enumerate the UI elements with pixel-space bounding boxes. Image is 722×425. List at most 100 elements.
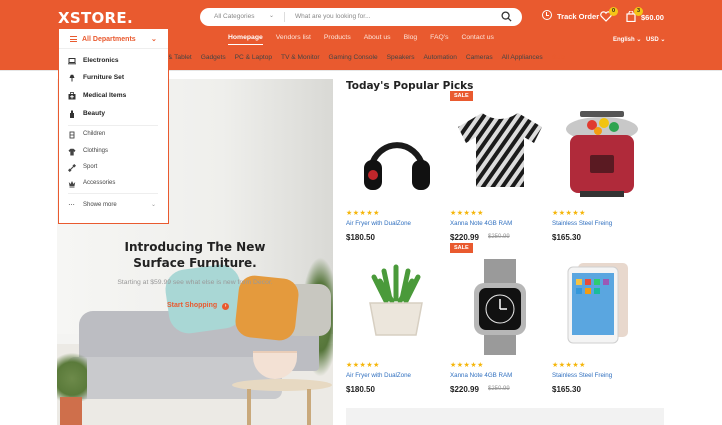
start-shopping-link[interactable]: Start Shopping › [167,302,230,310]
product-price: $180.50 [346,233,375,242]
nav-item-faq[interactable]: FAQ's [430,34,448,45]
product-name[interactable]: Xanna Note 4GB RAM [450,372,512,379]
nav-item-vendors[interactable]: Vendors list [276,34,311,45]
category-link[interactable]: Automation [424,54,457,61]
rating-stars: ★★★★★ [552,210,586,217]
search-icon[interactable] [501,11,512,22]
dept-item-label: Sport [83,164,98,170]
rice-cooker-image[interactable] [552,105,652,205]
nav-item-homepage[interactable]: Homepage [228,34,263,45]
wishlist-count-badge: 0 [609,7,618,16]
plant-pot-image[interactable] [346,257,446,357]
category-link-sale[interactable]: Sale [552,54,566,61]
main-nav: Homepage Vendors list Products About us … [228,34,507,45]
product-price: $165.30 [552,385,581,394]
product-card[interactable]: ★★★★★ Stainless Steel Freing $165.30 [552,91,652,242]
dept-item-label: Children [83,131,106,137]
medical-bag-icon [68,92,76,100]
tablet-image[interactable] [552,257,652,357]
product-name[interactable]: Stainless Steel Freing [552,372,612,379]
plant-image [57,345,87,401]
rating-stars: ★★★★★ [450,362,484,369]
arrow-right-icon: › [222,303,230,310]
crown-icon [68,181,76,188]
nav-item-contact[interactable]: Contact us [461,34,494,45]
sale-badge: SALE [450,91,473,101]
menu-icon [70,36,77,42]
search-separator [284,12,285,22]
product-card[interactable]: ★★★★★ Stainless Steel Freing $165.30 [552,243,652,394]
hero-title: Introducing The New Surface Furniture. [57,239,333,271]
next-banner [346,408,664,425]
departments-title: All Departments [82,36,136,43]
dept-item-label: Clothings [83,148,109,154]
toy-icon [69,131,75,139]
smartwatch-image[interactable] [450,257,550,357]
headphones-image[interactable] [346,105,446,205]
track-order-label: Track Order [557,12,600,21]
dept-divider [68,125,158,126]
show-more-label: Showe more [83,202,117,208]
search-bar[interactable]: All Categories ⌄ What are you looking fo… [200,8,522,26]
rating-stars: ★★★★★ [346,362,380,369]
nav-item-about[interactable]: About us [364,34,391,45]
category-link[interactable]: All Appliances [502,54,543,61]
cta-label: Start Shopping [167,302,218,309]
dumbbell-icon [68,164,76,172]
lamp-icon [69,74,75,82]
category-link[interactable]: PC & Laptop [235,54,272,61]
product-name[interactable]: Air Fryer with DualZone [346,220,411,227]
more-dots-icon: ··· [68,200,75,209]
departments-dropdown: All Departments ⌄ Electronics Furniture … [58,28,169,224]
dept-item-label: Beauty [83,110,105,117]
nav-item-blog[interactable]: Blog [404,34,418,45]
departments-toggle[interactable]: All Departments ⌄ [59,29,168,49]
product-name[interactable]: Xanna Note 4GB RAM [450,220,512,227]
product-old-price: $250.99 [488,234,510,240]
bottle-icon [70,110,74,118]
category-link[interactable]: & Tablet [168,54,192,61]
rating-stars: ★★★★★ [450,210,484,217]
chevron-down-icon: ⌄ [269,13,275,19]
hero-title-line: Surface Furniture. [133,256,257,270]
rating-stars: ★★★★★ [552,362,586,369]
hero-subtitle: Starting at $59.99 see what else is new … [117,279,273,286]
store-logo[interactable]: XSTORE. [58,9,133,27]
category-link[interactable]: Speakers [387,54,415,61]
product-name[interactable]: Stainless Steel Freing [552,220,612,227]
nav-item-products[interactable]: Products [324,34,351,45]
dept-divider [68,193,158,194]
product-card[interactable]: SALE ★★★★★ Xanna Note 4GB RAM $220.99 $2… [450,91,550,242]
dept-item-label: Medical Items [83,92,127,99]
language-label: English [613,37,635,43]
pillow-image [162,262,247,336]
category-link[interactable]: TV & Monitor [281,54,319,61]
product-card[interactable]: ★★★★★ Air Fryer with DualZone $180.50 [346,243,446,394]
category-link[interactable]: Gaming Console [329,54,378,61]
language-select[interactable]: English ⌄ [613,36,641,43]
product-card[interactable]: ★★★★★ Air Fryer with DualZone $180.50 [346,91,446,242]
product-price: $220.99 [450,233,479,242]
search-category-select[interactable]: All Categories [214,13,254,20]
currency-select[interactable]: USD ⌄ [646,36,665,43]
search-input[interactable]: What are you looking for... [295,13,371,20]
shirt-icon [68,148,76,156]
clock-icon [542,10,552,20]
rating-stars: ★★★★★ [346,210,380,217]
tshirt-image[interactable] [450,105,550,205]
dept-item-label: Electronics [83,57,119,64]
table-leg [307,389,311,425]
category-link[interactable]: Gadgets [201,54,226,61]
sale-badge: SALE [450,243,473,253]
category-link[interactable]: Cameras [466,54,493,61]
product-card[interactable]: SALE ★★★★★ Xanna Note 4GB RAM $220.99 $2… [450,243,550,394]
plant-pot-image [60,397,82,425]
product-old-price: $250.99 [488,386,510,392]
currency-label: USD [646,37,659,43]
cart-total[interactable]: $60.00 [641,13,664,22]
dept-item-label: Accessories [83,180,116,186]
chevron-down-icon: ⌄ [151,202,157,208]
product-price: $220.99 [450,385,479,394]
product-name[interactable]: Air Fryer with DualZone [346,372,411,379]
table-leg [247,389,251,425]
